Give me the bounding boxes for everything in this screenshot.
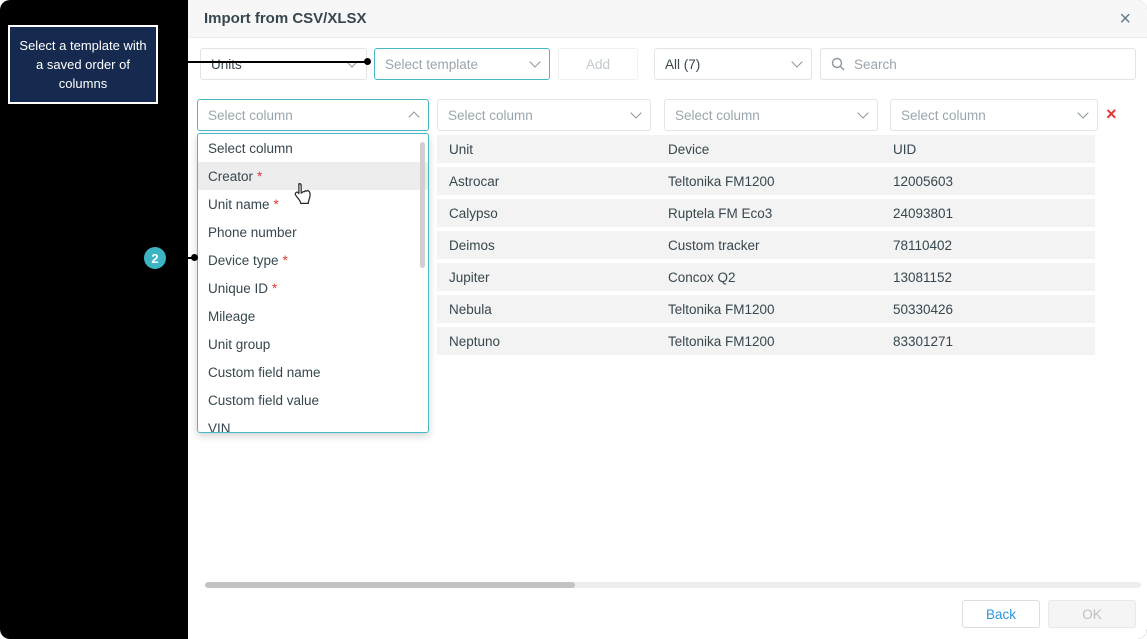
step-badge: 2: [144, 247, 166, 269]
chevron-down-icon: [1077, 107, 1089, 119]
table-row: Jupiter Concox Q2 13081152: [437, 263, 1095, 291]
column-select-2[interactable]: Select column: [437, 99, 651, 131]
step-connector-dot: [191, 254, 198, 261]
chevron-down-icon: [857, 107, 869, 119]
chevron-down-icon: [791, 56, 803, 68]
table-row: Calypso Ruptela FM Eco3 24093801: [437, 199, 1095, 227]
table-row: Nebula Teltonika FM1200 50330426: [437, 295, 1095, 323]
cursor-icon: [292, 182, 313, 212]
option-custom-field-value[interactable]: Custom field value: [198, 386, 428, 414]
import-dialog: Import from CSV/XLSX × Units Select temp…: [188, 0, 1147, 639]
option-unit-group[interactable]: Unit group: [198, 330, 428, 358]
column-select-4-value: Select column: [901, 107, 986, 123]
back-button[interactable]: Back: [962, 600, 1040, 628]
option-unit-name[interactable]: Unit name *: [198, 190, 428, 218]
annotation-connector-dot: [364, 58, 371, 65]
ok-button[interactable]: OK: [1048, 600, 1136, 628]
table-row: Neptuno Teltonika FM1200 83301271: [437, 327, 1095, 355]
column-select-3[interactable]: Select column: [664, 99, 878, 131]
step-connector-line: [166, 257, 194, 259]
template-dropdown[interactable]: Select template: [374, 48, 550, 80]
dialog-title: Import from CSV/XLSX: [204, 10, 367, 27]
search-box: [820, 48, 1136, 80]
units-dropdown-value: Units: [211, 56, 242, 72]
option-mileage[interactable]: Mileage: [198, 302, 428, 330]
filter-dropdown-value: All (7): [665, 56, 701, 72]
option-custom-field-name[interactable]: Custom field name: [198, 358, 428, 386]
option-unique-id[interactable]: Unique ID *: [198, 274, 428, 302]
column-select-3-value: Select column: [675, 107, 760, 123]
column-options-list: Select column Creator * Unit name * Phone …: [197, 133, 429, 433]
preview-table: Unit Device UID Astrocar Teltonika FM120…: [437, 135, 1095, 359]
column-select-1[interactable]: Select column: [197, 99, 429, 131]
option-phone-number[interactable]: Phone number: [198, 218, 428, 246]
column-select-1-value: Select column: [208, 107, 293, 123]
add-button-label: Add: [585, 56, 611, 72]
column-select-2-value: Select column: [448, 107, 533, 123]
dropdown-scrollbar[interactable]: [420, 142, 425, 268]
table-row: Astrocar Teltonika FM1200 12005603: [437, 167, 1095, 195]
option-vin[interactable]: VIN: [198, 414, 428, 433]
header-unit: Unit: [449, 141, 474, 157]
header-uid: UID: [893, 141, 917, 157]
chevron-down-icon: [529, 56, 541, 68]
template-dropdown-placeholder: Select template: [385, 56, 479, 72]
chevron-up-icon: [408, 111, 420, 123]
horizontal-scrollbar-thumb[interactable]: [205, 582, 575, 588]
option-creator[interactable]: Creator *: [198, 162, 428, 190]
search-input[interactable]: [852, 55, 1125, 73]
filter-dropdown[interactable]: All (7): [654, 48, 812, 80]
screenshot-page: Import from CSV/XLSX × Units Select temp…: [0, 0, 1147, 639]
annotation-connector-line: [158, 61, 370, 63]
annotation-callout: Select a template with a saved order of …: [8, 25, 158, 104]
add-button[interactable]: Add: [558, 48, 638, 80]
header-device: Device: [668, 141, 710, 157]
table-header-row: Unit Device UID: [437, 135, 1095, 163]
close-icon[interactable]: ×: [1119, 9, 1131, 29]
delete-column-icon[interactable]: ×: [1106, 105, 1117, 123]
search-icon: [831, 57, 845, 71]
column-select-4[interactable]: Select column: [890, 99, 1098, 131]
chevron-down-icon: [630, 107, 642, 119]
dialog-header: Import from CSV/XLSX ×: [188, 0, 1147, 38]
option-select-column[interactable]: Select column: [198, 134, 428, 162]
option-device-type[interactable]: Device type *: [198, 246, 428, 274]
table-row: Deimos Custom tracker 78110402: [437, 231, 1095, 259]
units-dropdown[interactable]: Units: [200, 48, 367, 80]
